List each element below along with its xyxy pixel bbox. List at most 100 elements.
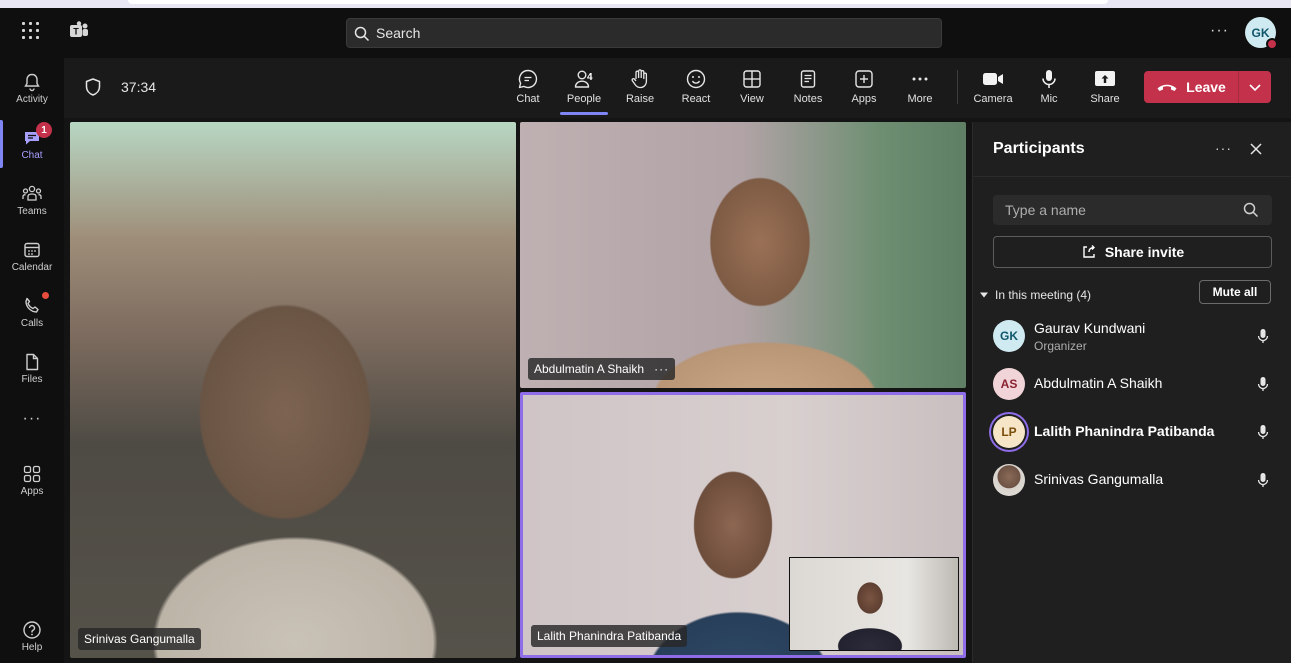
video-tile-srinivas[interactable]: Srinivas Gangumalla: [70, 122, 516, 658]
view-label: View: [740, 93, 764, 105]
participant-row[interactable]: AS Abdulmatin A Shaikh: [973, 360, 1291, 408]
leave-control: Leave: [1144, 71, 1271, 103]
share-invite-button[interactable]: Share invite: [993, 236, 1272, 268]
more-dots-icon: [912, 77, 928, 81]
rail-item-more-apps[interactable]: ···: [0, 406, 64, 458]
file-icon: [26, 353, 39, 371]
meeting-toolbar: 37:34 Chat 4 People Raise React View Not…: [64, 58, 1291, 118]
microphone-icon[interactable]: [1256, 472, 1270, 488]
rail-label-help: Help: [21, 642, 43, 653]
leave-label: Leave: [1186, 79, 1226, 95]
browser-address-bar-edge: [128, 0, 1108, 4]
teams-icon: [22, 185, 42, 201]
leave-options-button[interactable]: [1239, 71, 1271, 103]
participants-panel: Participants ··· Share invite In this me…: [972, 122, 1291, 663]
participant-row[interactable]: GK Gaurav Kundwani Organizer: [973, 312, 1291, 360]
avatar: AS: [993, 368, 1025, 400]
microphone-icon: [1042, 70, 1056, 88]
microphone-icon[interactable]: [1256, 376, 1270, 392]
tile-more-icon[interactable]: ···: [654, 358, 669, 380]
people-active-indicator: [560, 112, 608, 115]
microphone-icon[interactable]: [1256, 328, 1270, 344]
self-view-video[interactable]: [789, 557, 959, 651]
rail-label-teams: Teams: [17, 206, 47, 217]
participant-name-label: Srinivas Gangumalla: [84, 632, 195, 646]
bell-icon: [24, 73, 40, 92]
leave-button[interactable]: Leave: [1144, 71, 1238, 103]
share-button[interactable]: Share: [1077, 68, 1133, 114]
video-tile-lalith-active-speaker[interactable]: Lalith Phanindra Patibanda: [520, 392, 966, 658]
people-count: 4: [587, 72, 593, 83]
settings-more-icon[interactable]: ···: [1210, 22, 1229, 40]
user-avatar-initials: GK: [1251, 25, 1270, 40]
rail-item-calendar[interactable]: Calendar: [0, 232, 64, 284]
toolbar-divider: [957, 70, 958, 104]
rail-item-calls[interactable]: Calls: [0, 288, 64, 340]
chat-unread-badge: 1: [36, 122, 52, 138]
browser-strip: [0, 0, 1291, 8]
help-icon: [23, 621, 41, 639]
apps-button[interactable]: Apps: [836, 68, 892, 114]
user-avatar[interactable]: GK: [1245, 17, 1278, 50]
view-button[interactable]: View: [724, 68, 780, 114]
video-tile-name: Srinivas Gangumalla: [78, 628, 201, 650]
raise-hand-button[interactable]: Raise: [612, 68, 668, 114]
people-label: People: [566, 93, 602, 105]
smiley-icon: [686, 69, 706, 89]
video-tile-name: Lalith Phanindra Patibanda: [531, 625, 688, 647]
rail-label-calls: Calls: [20, 318, 44, 329]
shield-icon[interactable]: [84, 77, 102, 97]
rail-item-help[interactable]: Help: [0, 612, 64, 663]
more-icon: ···: [22, 410, 42, 427]
rail-label-files: Files: [21, 374, 43, 385]
avatar: GK: [993, 320, 1025, 352]
participant-name-label: Lalith Phanindra Patibanda: [537, 629, 682, 643]
participant-row-speaking[interactable]: LP Lalith Phanindra Patibanda: [973, 408, 1291, 456]
participant-row[interactable]: Srinivas Gangumalla: [973, 456, 1291, 504]
more-label: More: [907, 93, 933, 105]
share-screen-icon: [1095, 71, 1115, 86]
people-button[interactable]: 4 People: [556, 68, 612, 115]
video-tile-abdulmatin[interactable]: Abdulmatin A Shaikh ···: [520, 122, 966, 388]
grid-view-icon: [743, 70, 761, 88]
notes-label: Notes: [793, 93, 823, 105]
share-invite-label: Share invite: [1104, 244, 1185, 260]
participant-name: Lalith Phanindra Patibanda: [1034, 423, 1215, 439]
chat-label: Chat: [516, 93, 540, 105]
close-icon[interactable]: [1249, 142, 1263, 156]
participant-role: Organizer: [1034, 339, 1087, 353]
notes-icon: [800, 70, 816, 88]
participant-name: Srinivas Gangumalla: [1034, 471, 1164, 487]
camera-label: Camera: [973, 93, 1013, 105]
app-launcher-icon[interactable]: [22, 22, 40, 40]
mic-button[interactable]: Mic: [1021, 68, 1077, 114]
meeting-timer: 37:34: [121, 79, 157, 95]
search-icon: [1243, 202, 1259, 218]
mute-all-button[interactable]: Mute all: [1199, 280, 1271, 304]
rail-item-chat[interactable]: Chat 1: [0, 120, 64, 172]
hang-up-icon: [1157, 84, 1177, 91]
more-actions-button[interactable]: More: [892, 68, 948, 114]
share-label: Share: [1090, 93, 1120, 105]
apps-icon: [23, 465, 41, 483]
participant-search-input[interactable]: [993, 195, 1272, 225]
camera-button[interactable]: Camera: [965, 68, 1021, 114]
svg-text:T: T: [73, 27, 79, 37]
rail-item-files[interactable]: Files: [0, 344, 64, 396]
rail-item-teams[interactable]: Teams: [0, 176, 64, 228]
in-meeting-section-toggle[interactable]: In this meeting (4): [979, 285, 1091, 305]
rail-label-chat: Chat: [21, 150, 43, 161]
status-busy-icon: [1266, 38, 1278, 50]
react-button[interactable]: React: [668, 68, 724, 114]
raise-label: Raise: [625, 93, 655, 105]
notes-button[interactable]: Notes: [780, 68, 836, 114]
chat-button[interactable]: Chat: [500, 68, 556, 114]
microphone-icon[interactable]: [1256, 424, 1270, 440]
rail-item-activity[interactable]: Activity: [0, 64, 64, 116]
rail-item-apps[interactable]: Apps: [0, 456, 64, 508]
search-bar[interactable]: Search: [346, 18, 942, 48]
panel-more-icon[interactable]: ···: [1215, 140, 1232, 156]
search-placeholder: Search: [376, 25, 421, 41]
meeting-stage: 37:34 Chat 4 People Raise React View Not…: [64, 58, 1291, 663]
avatar-photo: [993, 464, 1025, 496]
